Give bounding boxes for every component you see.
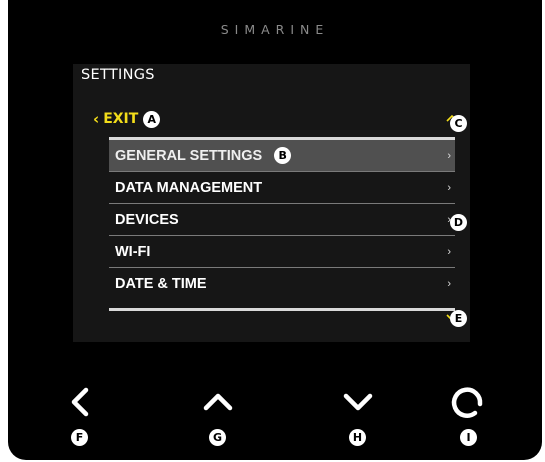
callout-a: A — [143, 110, 161, 128]
chevron-down-icon — [343, 393, 373, 411]
callout-b: B — [274, 147, 292, 164]
menu-item-data-management[interactable]: DATA MANAGEMENT › — [109, 172, 455, 204]
chevron-left-icon — [71, 387, 89, 417]
menu-item-label: WI-FI — [115, 244, 151, 260]
menu-item-label: DEVICES — [115, 212, 179, 228]
brand-logo: SIMARINE — [220, 22, 330, 37]
down-button[interactable] — [338, 382, 378, 422]
display-screen: SETTINGS ‹ EXIT A GENERAL SETTINGS B › D… — [73, 64, 470, 342]
menu-item-label: DATE & TIME — [115, 276, 207, 292]
chevron-right-icon: › — [447, 150, 451, 162]
select-button[interactable] — [448, 382, 488, 422]
exit-label: EXIT — [103, 111, 139, 127]
up-button[interactable] — [198, 382, 238, 422]
menu-item-wi-fi[interactable]: WI-FI › — [109, 236, 455, 268]
callout-i: I — [460, 429, 477, 446]
callout-f: F — [71, 429, 88, 446]
callout-e: E — [450, 310, 467, 327]
chevron-right-icon: › — [447, 246, 451, 258]
menu-bottom-divider — [109, 308, 455, 311]
exit-button[interactable]: ‹ EXIT A — [93, 110, 161, 128]
chevron-left-icon: ‹ — [93, 110, 100, 128]
callout-c: C — [450, 115, 467, 132]
chevron-right-icon: › — [447, 278, 451, 290]
device-panel: SIMARINE SETTINGS ‹ EXIT A GENERAL SETTI… — [8, 0, 542, 460]
settings-menu: GENERAL SETTINGS B › DATA MANAGEMENT › D… — [109, 140, 455, 300]
chevron-right-icon: › — [447, 182, 451, 194]
menu-item-date-time[interactable]: DATE & TIME › — [109, 268, 455, 300]
menu-item-label: DATA MANAGEMENT — [115, 180, 263, 196]
callout-h: H — [349, 429, 366, 446]
menu-item-general-settings[interactable]: GENERAL SETTINGS B › — [109, 140, 455, 172]
callout-d: D — [450, 214, 467, 231]
menu-item-devices[interactable]: DEVICES › — [109, 204, 455, 236]
menu-item-label: GENERAL SETTINGS — [115, 148, 263, 164]
page-title: SETTINGS — [81, 67, 155, 83]
chevron-up-icon — [203, 393, 233, 411]
ring-icon — [451, 387, 483, 418]
callout-g: G — [209, 429, 226, 446]
back-button[interactable] — [60, 382, 100, 422]
